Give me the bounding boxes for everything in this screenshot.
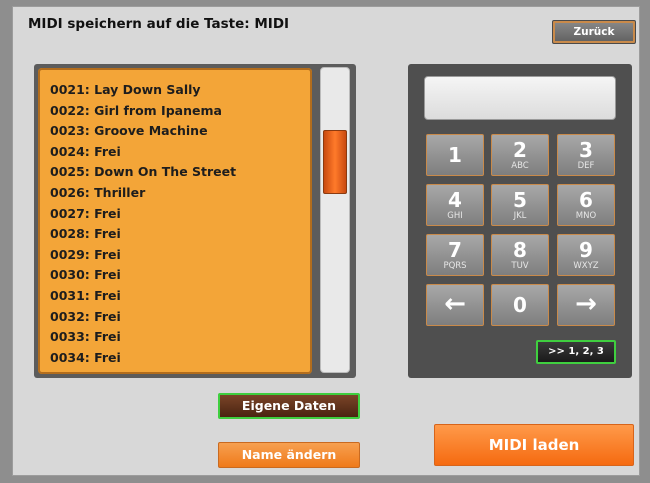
list-item[interactable]: 0026: Thriller xyxy=(50,183,312,204)
numeric-mode-button[interactable]: >> 1, 2, 3 xyxy=(536,340,616,364)
key-digit: 2 xyxy=(513,138,527,162)
key-letters: ABC xyxy=(511,161,529,171)
key-letters: PQRS xyxy=(443,261,467,271)
list-item[interactable]: 0027: Frei xyxy=(50,204,312,225)
key-letters: TUV xyxy=(511,261,529,271)
key-digit: 0 xyxy=(513,293,527,317)
file-list: 0021: Lay Down Sally 0022: Girl from Ipa… xyxy=(38,68,312,374)
key-letters: GHI xyxy=(447,211,463,221)
list-scrollbar[interactable] xyxy=(320,67,350,373)
key-left-arrow[interactable]: ← xyxy=(426,284,484,326)
key-letters: WXYZ xyxy=(573,261,599,271)
list-item[interactable]: 0028: Frei xyxy=(50,224,312,245)
key-digit: 9 xyxy=(579,238,593,262)
key-letters: DEF xyxy=(577,161,595,171)
list-item[interactable]: 0029: Frei xyxy=(50,245,312,266)
list-item[interactable]: 0021: Lay Down Sally xyxy=(50,80,312,101)
load-midi-button[interactable]: MIDI laden xyxy=(434,424,634,466)
key-8[interactable]: 8 TUV xyxy=(491,234,549,276)
key-digit: 8 xyxy=(513,238,527,262)
key-digit: 4 xyxy=(448,188,462,212)
numeric-keypad: 1 2 ABC 3 DEF 4 GHI 5 JKL 6 MNO 7 PQRS 8… xyxy=(408,64,632,378)
key-3[interactable]: 3 DEF xyxy=(557,134,615,176)
list-item[interactable]: 0022: Girl from Ipanema xyxy=(50,101,312,122)
list-item[interactable]: 0024: Frei xyxy=(50,142,312,163)
key-digit: 3 xyxy=(579,138,593,162)
key-digit: 6 xyxy=(579,188,593,212)
list-item[interactable]: 0034: Frei xyxy=(50,348,312,369)
back-button[interactable]: Zurück xyxy=(552,20,636,44)
list-item[interactable]: 0031: Frei xyxy=(50,286,312,307)
rename-button[interactable]: Name ändern xyxy=(218,442,360,468)
key-2[interactable]: 2 ABC xyxy=(491,134,549,176)
scrollbar-thumb[interactable] xyxy=(323,130,347,194)
list-item[interactable]: 0030: Frei xyxy=(50,265,312,286)
key-letters: MNO xyxy=(575,211,597,221)
own-data-button[interactable]: Eigene Daten xyxy=(218,393,360,419)
key-digit: 1 xyxy=(448,143,462,167)
page-title: MIDI speichern auf die Taste: MIDI xyxy=(28,16,290,32)
arrow-left-icon: ← xyxy=(444,289,466,319)
key-4[interactable]: 4 GHI xyxy=(426,184,484,226)
key-5[interactable]: 5 JKL xyxy=(491,184,549,226)
key-right-arrow[interactable]: → xyxy=(557,284,615,326)
key-0[interactable]: 0 xyxy=(491,284,549,326)
number-display[interactable] xyxy=(424,76,616,120)
key-7[interactable]: 7 PQRS xyxy=(426,234,484,276)
list-item[interactable]: 0033: Frei xyxy=(50,327,312,348)
key-digit: 7 xyxy=(448,238,462,262)
list-item[interactable]: 0025: Down On The Street xyxy=(50,162,312,183)
arrow-right-icon: → xyxy=(575,289,597,319)
list-item[interactable]: 0023: Groove Machine xyxy=(50,121,312,142)
list-item[interactable]: 0032: Frei xyxy=(50,307,312,328)
key-letters: JKL xyxy=(513,211,527,221)
key-1[interactable]: 1 xyxy=(426,134,484,176)
key-digit: 5 xyxy=(513,188,527,212)
key-9[interactable]: 9 WXYZ xyxy=(557,234,615,276)
key-6[interactable]: 6 MNO xyxy=(557,184,615,226)
file-list-panel: 0021: Lay Down Sally 0022: Girl from Ipa… xyxy=(34,64,356,378)
